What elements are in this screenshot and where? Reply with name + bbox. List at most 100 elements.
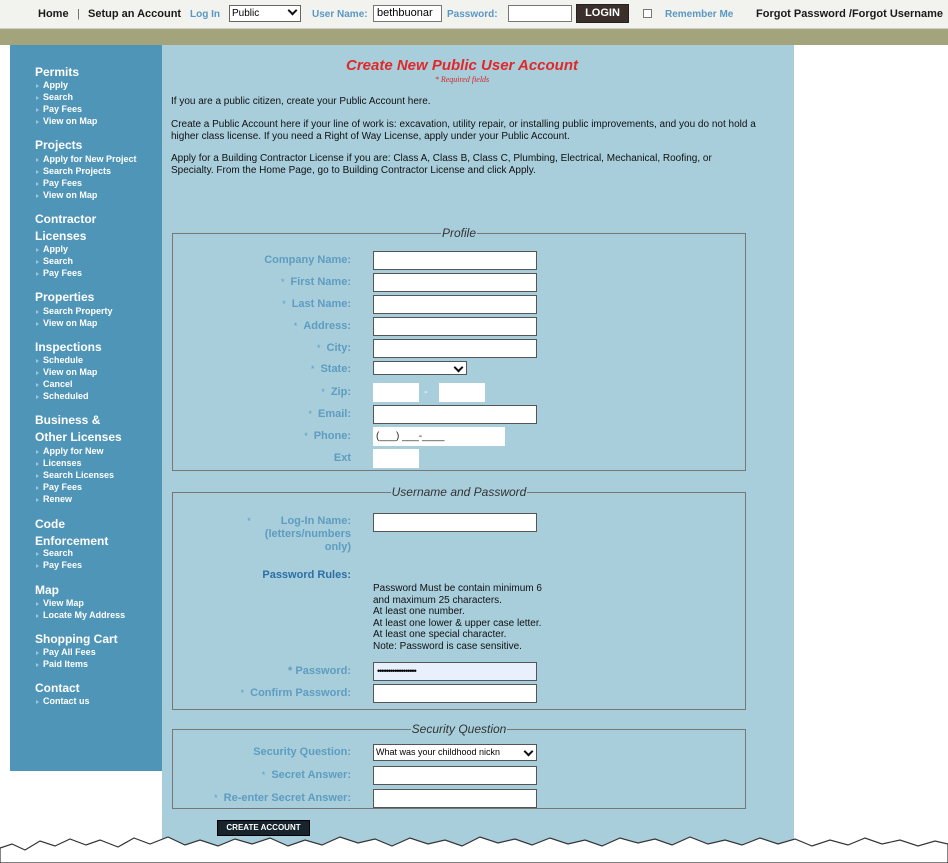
security-question-select[interactable]: What was your childhood nickn (373, 744, 537, 761)
password-rule: Note: Password is case sensitive. (373, 641, 522, 652)
confirm-password-label: * Confirm Password: (240, 687, 351, 699)
top-bar: Home | Setup an Account Log In Public Us… (0, 0, 948, 29)
sidebar-item-cancel[interactable]: Cancel (36, 379, 73, 390)
sidebar-item-contractor-search[interactable]: Search (35, 256, 73, 267)
sidebar-item-scheduled[interactable]: Scheduled (36, 391, 89, 402)
sidebar-item-code-pay-fees[interactable]: Pay Fees (35, 560, 82, 571)
zip-label: * Zip: (321, 386, 351, 398)
nav-separator: | (77, 8, 80, 20)
last-name-input[interactable] (373, 295, 537, 314)
password-rule: Password Must be contain minimum 6 (373, 583, 542, 594)
profile-fieldset: Profile Company Name: * First Name: * Last… (172, 227, 746, 471)
account-type-select[interactable]: Public (229, 5, 301, 22)
page-title: Create New Public User Account (345, 57, 578, 74)
sidebar-item-business-pay-fees[interactable]: Pay Fees (35, 482, 82, 493)
password-rules-label: Password Rules: (262, 569, 351, 581)
secret-answer-input[interactable] (373, 766, 537, 785)
sidebar-item-projects-pay-fees[interactable]: Pay Fees (35, 178, 82, 189)
city-label: * City: (317, 342, 351, 354)
address-input[interactable] (373, 317, 537, 336)
torn-edge-decoration (0, 836, 948, 863)
city-input[interactable] (373, 339, 537, 358)
intro-paragraph-1: If you are a public citizen, create your… (171, 96, 431, 107)
sidebar-heading-permits: Permits (35, 65, 80, 79)
sidebar-item-projects-view-map[interactable]: View on Map (35, 190, 97, 201)
ext-input[interactable] (373, 449, 419, 468)
sidebar-item-apply-new-project[interactable]: Apply for New Project (36, 154, 137, 165)
zip-ext-input[interactable] (439, 383, 485, 402)
login-name-input[interactable] (373, 513, 537, 532)
zip-separator: - (424, 386, 428, 398)
home-link[interactable]: Home (38, 7, 69, 21)
sidebar-item-contractor-pay-fees[interactable]: Pay Fees (35, 268, 82, 279)
password-rule: At least one number. (373, 606, 465, 618)
login-button[interactable]: LOGIN (576, 4, 629, 23)
sidebar-item-apply-new-licenses-cont[interactable]: Licenses (36, 458, 82, 469)
sidebar-item-permits-pay-fees[interactable]: Pay Fees (35, 104, 82, 115)
sidebar-heading-properties: Properties (35, 290, 95, 304)
password-field[interactable]: •••••••••••••••••• (373, 662, 537, 681)
sidebar-item-permits-view-map[interactable]: View on Map (35, 116, 97, 127)
sidebar-item-paid-items[interactable]: Paid Items (35, 659, 88, 670)
sidebar-item-locate-address[interactable]: Locate My Address (35, 610, 125, 621)
sidebar: Permits Apply Search Pay Fees View on Ma… (10, 45, 162, 771)
first-name-input[interactable] (373, 273, 537, 292)
sidebar-heading-licenses: Licenses (35, 229, 87, 243)
sidebar-item-permits-apply[interactable]: Apply (35, 80, 68, 91)
sidebar-item-contact-us[interactable]: Contact us (36, 696, 90, 707)
credentials-fieldset: Username and Password * Log-In Name: (let… (172, 486, 746, 710)
phone-input[interactable]: (___) ___-____ (373, 427, 505, 446)
confirm-password-input[interactable] (373, 684, 537, 703)
forgot-password-link[interactable]: Forgot Password /Forgot Username (756, 7, 943, 21)
email-label: * Email: (308, 408, 351, 420)
account-type-value: Public (232, 8, 260, 19)
credentials-legend: Username and Password (391, 485, 527, 499)
reenter-secret-answer-label: * Re-enter Secret Answer: (214, 792, 351, 804)
reenter-secret-answer-input[interactable] (373, 789, 537, 808)
security-fieldset: Security Question Security Question: Wha… (172, 723, 746, 809)
company-name-label: Company Name: (264, 254, 351, 266)
sidebar-item-search-licenses[interactable]: Search Licenses (35, 470, 114, 481)
sidebar-heading-projects: Projects (35, 138, 83, 152)
password-rule: At least one lower & upper case letter. (373, 617, 542, 629)
remember-me-checkbox[interactable] (643, 9, 652, 18)
sidebar-item-apply-new-licenses[interactable]: Apply for New (36, 446, 104, 457)
email-input[interactable] (373, 405, 537, 424)
password-label: * Password: (288, 665, 351, 677)
login-name-hint: (letters/numbers (264, 528, 351, 540)
sidebar-item-pay-all-fees[interactable]: Pay All Fees (36, 647, 96, 658)
sidebar-item-inspections-view-map[interactable]: View on Map (35, 367, 97, 378)
security-legend: Security Question (411, 722, 507, 736)
sidebar-item-schedule[interactable]: Schedule (35, 355, 83, 366)
state-label: * State: (310, 363, 351, 375)
login-name-label: * Log-In Name: (247, 515, 351, 527)
sidebar-item-code-search[interactable]: Search (35, 548, 73, 559)
zip-input[interactable] (373, 383, 419, 402)
password-rule: and maximum 25 characters. (373, 594, 502, 606)
password-rule: At least one special character. (373, 629, 507, 641)
sidebar-item-search-projects[interactable]: Search Projects (35, 166, 111, 177)
company-name-input[interactable] (373, 251, 537, 270)
setup-account-link[interactable]: Setup an Account (88, 7, 181, 21)
sidebar-heading-shopping-cart: Shopping Cart (35, 632, 118, 646)
sidebar-heading-inspections: Inspections (35, 340, 102, 354)
sidebar-item-properties-view-map[interactable]: View on Map (35, 318, 97, 329)
sidebar-item-view-map[interactable]: View Map (36, 598, 84, 609)
sidebar-heading-code: Code (35, 517, 65, 531)
remember-me-label: Remember Me (665, 9, 734, 20)
sidebar-item-search-property[interactable]: Search Property (36, 306, 113, 317)
sidebar-item-permits-search[interactable]: Search (35, 92, 73, 103)
chevron-down-icon (523, 746, 534, 757)
sidebar-heading-contractor: Contractor (35, 212, 97, 226)
sidebar-item-renew[interactable]: Renew (35, 494, 72, 505)
address-label: * Address: (293, 320, 351, 332)
sidebar-heading-other-licenses: Other Licenses (35, 430, 122, 444)
chevron-down-icon (287, 5, 298, 16)
security-question-value: What was your childhood nickn (376, 747, 501, 757)
password-input[interactable] (508, 5, 572, 22)
username-input[interactable]: bethbuonar (373, 5, 442, 22)
state-select[interactable] (373, 361, 467, 375)
sidebar-item-contractor-apply[interactable]: Apply (35, 244, 68, 255)
profile-legend: Profile (441, 226, 476, 240)
chevron-down-icon (453, 362, 464, 373)
